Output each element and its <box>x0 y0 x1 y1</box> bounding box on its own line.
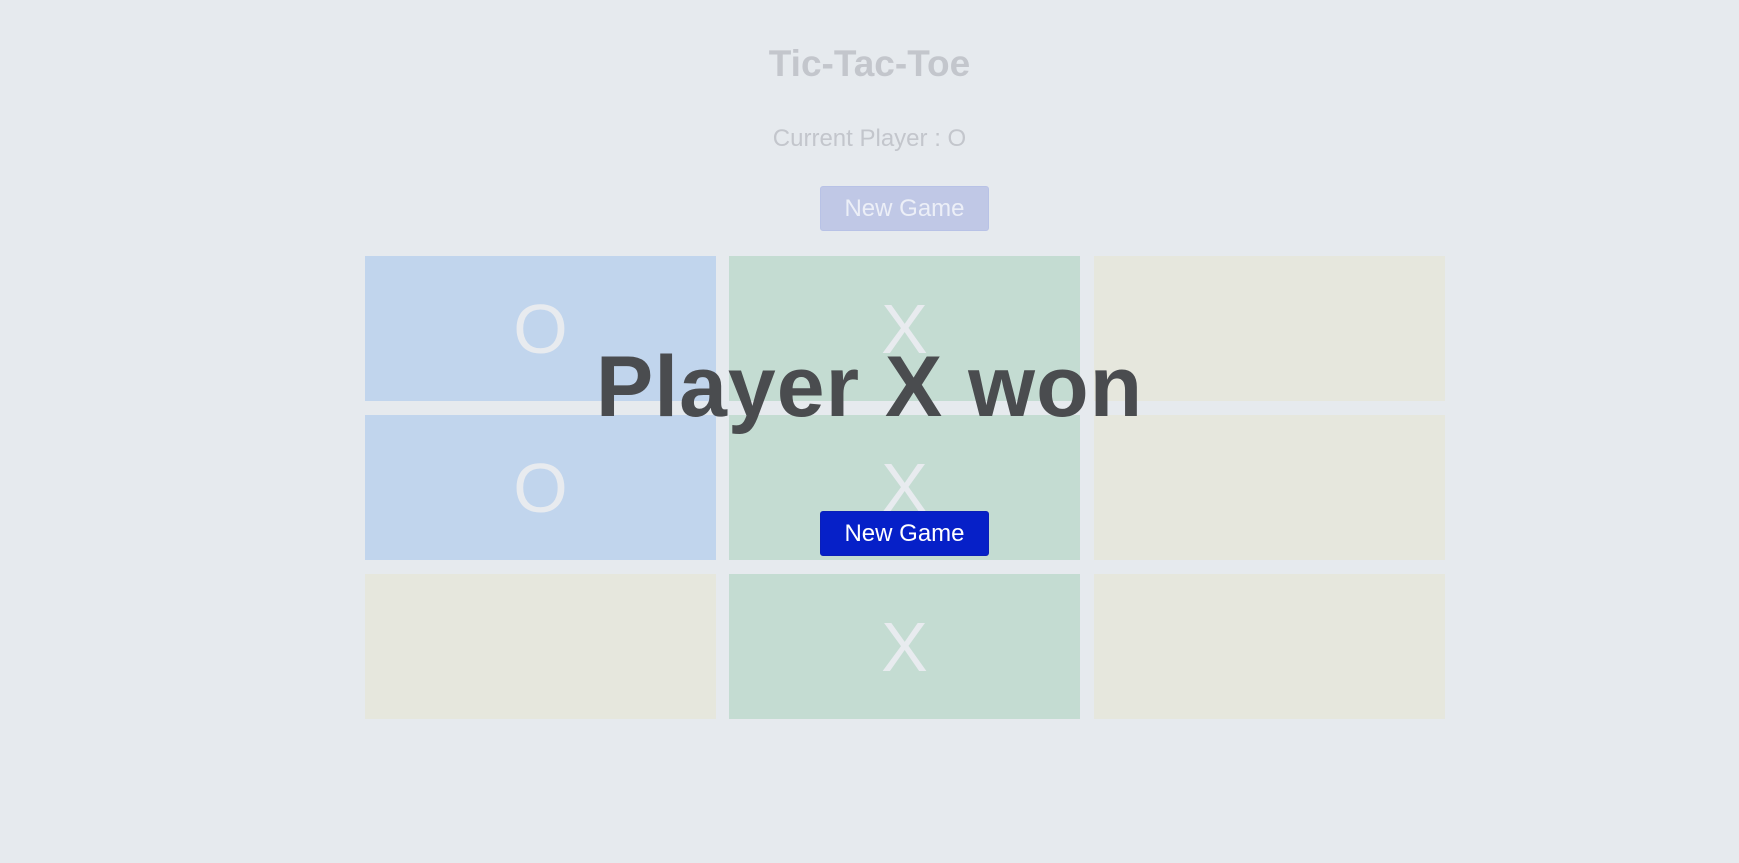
overlay-new-game-button[interactable]: New Game <box>820 511 989 556</box>
game-board: O X O X X <box>365 256 1445 720</box>
current-player-status: Current Player : O <box>772 125 967 152</box>
page-title: Tic-Tac-Toe <box>768 43 971 84</box>
game-page: Tic-Tac-Toe Current Player : O New Game … <box>0 0 1739 863</box>
board-cell-9[interactable] <box>1094 574 1445 719</box>
board-cell-7[interactable] <box>365 574 716 719</box>
new-game-button[interactable]: New Game <box>820 186 989 231</box>
board-cell-8[interactable]: X <box>729 574 1080 719</box>
winner-message: Player X won <box>595 339 1144 435</box>
